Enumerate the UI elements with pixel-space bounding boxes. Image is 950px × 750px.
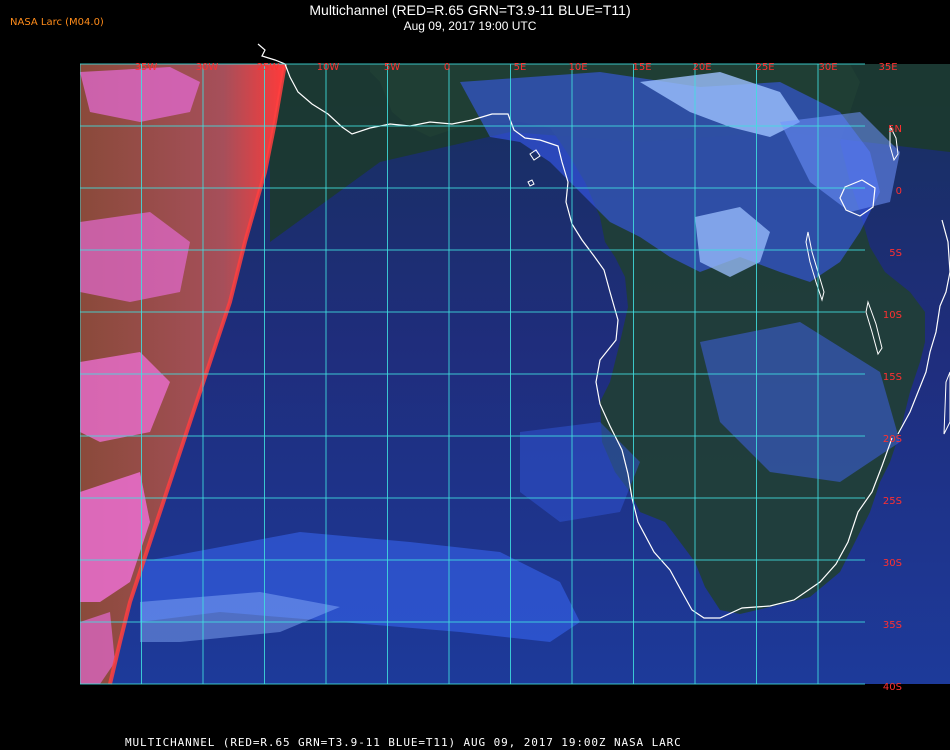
latitude-label: 0 <box>896 186 902 197</box>
latitude-label: 5S <box>889 248 902 259</box>
latitude-label: 30S <box>883 558 902 569</box>
longitude-label: 5E <box>514 62 527 73</box>
image-title: Multichannel (RED=R.65 GRN=T3.9-11 BLUE=… <box>309 2 631 18</box>
longitude-label: 30E <box>818 62 837 73</box>
longitude-label: 30W <box>196 62 219 73</box>
latitude-label: 5N <box>888 124 902 135</box>
longitude-label: 25W <box>257 62 280 73</box>
satellite-map: 35W 30W 25W 10W 5W 0 5E 10E 15E 20E 25E 30E 35E 5N 0 5… <box>80 42 950 728</box>
image-caption: MULTICHANNEL (RED=R.65 GRN=T3.9-11 BLUE=… <box>125 736 682 749</box>
satellite-image: 35W 30W 25W 10W 5W 0 5E 10E 15E 20E 25E 30E 35E 5N 0 5… <box>80 43 950 693</box>
latitude-label: 15S <box>883 372 902 383</box>
image-timestamp: Aug 09, 2017 19:00 UTC <box>403 19 537 33</box>
longitude-label: 15E <box>632 62 651 73</box>
longitude-label: 25E <box>755 62 774 73</box>
longitude-label: 0 <box>444 62 450 73</box>
longitude-label: 10W <box>317 62 340 73</box>
latitude-label: 20S <box>883 434 902 445</box>
longitude-label: 20E <box>692 62 711 73</box>
latitude-label: 35S <box>883 620 902 631</box>
longitude-label: 5W <box>384 62 400 73</box>
latitude-label: 40S <box>883 682 902 693</box>
latitude-label: 25S <box>883 496 902 507</box>
latitude-label: 10S <box>883 310 902 321</box>
longitude-label: 10E <box>568 62 587 73</box>
longitude-label: 35E <box>878 62 897 73</box>
longitude-label: 35W <box>135 62 158 73</box>
